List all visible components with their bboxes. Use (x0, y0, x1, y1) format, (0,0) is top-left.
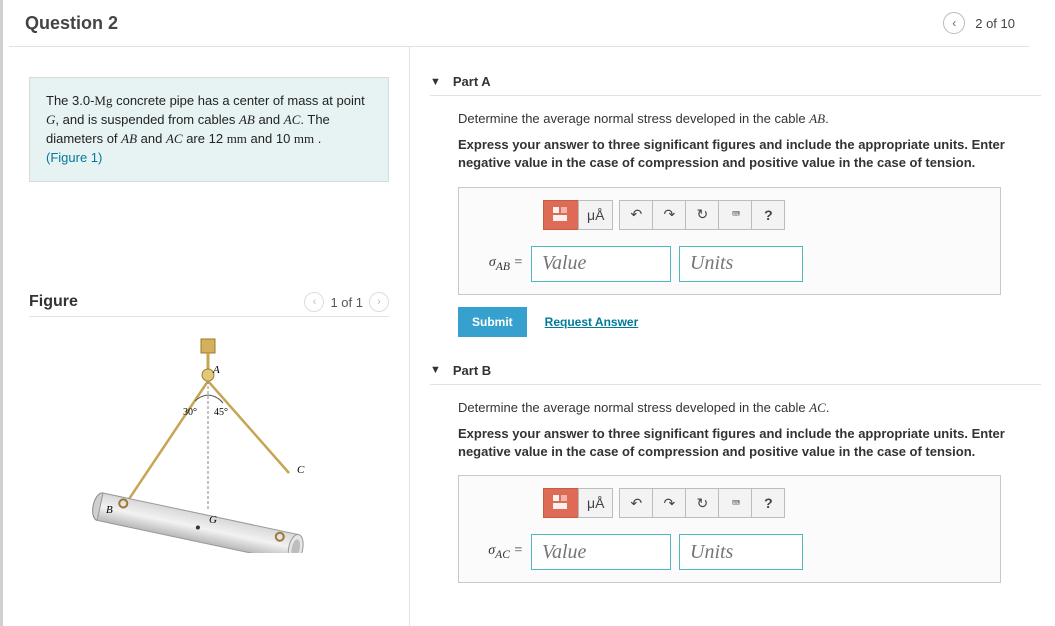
help-button[interactable]: ? (751, 200, 785, 230)
part-a-answer-box: μÅ ↶ ↷ ↻ ⌨ ? σAB = (458, 187, 1001, 295)
svg-text:B: B (106, 504, 113, 516)
svg-text:G: G (209, 514, 217, 526)
part-b-prompt: Determine the average normal stress deve… (458, 399, 1041, 417)
sigma-ab-label: σAB = (473, 255, 523, 273)
part-a-label: Part A (453, 74, 491, 89)
keyboard-button-b[interactable]: ⌨ (718, 488, 752, 518)
figure-link[interactable]: (Figure 1) (46, 150, 102, 165)
question-counter: 2 of 10 (975, 16, 1015, 31)
part-b-answer-box: μÅ ↶ ↷ ↻ ⌨ ? σAC = (458, 475, 1001, 583)
sigma-ac-label: σAC = (473, 543, 523, 561)
reset-button[interactable]: ↻ (685, 200, 719, 230)
figure-heading: Figure (29, 293, 78, 311)
templates-button-b[interactable] (543, 488, 579, 518)
help-button-b[interactable]: ? (751, 488, 785, 518)
submit-button-a[interactable]: Submit (458, 307, 527, 337)
question-title: Question 2 (9, 13, 118, 34)
redo-button[interactable]: ↷ (652, 200, 686, 230)
units-input-b[interactable] (679, 534, 803, 570)
value-input-a[interactable] (531, 246, 671, 282)
value-input-b[interactable] (531, 534, 671, 570)
keyboard-button[interactable]: ⌨ (718, 200, 752, 230)
svg-text:C: C (297, 464, 305, 476)
part-a-instructions: Express your answer to three significant… (458, 136, 1041, 172)
special-chars-button-b[interactable]: μÅ (578, 488, 613, 518)
special-chars-button[interactable]: μÅ (578, 200, 613, 230)
part-b-label: Part B (453, 363, 491, 378)
request-answer-link-a[interactable]: Request Answer (545, 315, 639, 329)
units-input-a[interactable] (679, 246, 803, 282)
figure-prev-button[interactable]: ‹ (304, 292, 324, 312)
reset-button-b[interactable]: ↻ (685, 488, 719, 518)
collapse-part-a-icon[interactable]: ▼ (430, 76, 441, 88)
prev-question-button[interactable]: ‹ (943, 12, 965, 34)
undo-button[interactable]: ↶ (619, 200, 653, 230)
figure-counter: 1 of 1 (330, 295, 363, 310)
figure-next-button[interactable]: › (369, 292, 389, 312)
svg-text:30°: 30° (183, 407, 197, 418)
redo-button-b[interactable]: ↷ (652, 488, 686, 518)
svg-text:45°: 45° (214, 407, 228, 418)
templates-button[interactable] (543, 200, 579, 230)
collapse-part-b-icon[interactable]: ▼ (430, 364, 441, 376)
svg-text:A: A (212, 364, 220, 376)
part-b-instructions: Express your answer to three significant… (458, 425, 1041, 461)
figure-diagram: A B C G 30° 45° (29, 333, 389, 553)
part-a-prompt: Determine the average normal stress deve… (458, 110, 1041, 128)
problem-statement: The 3.0-Mg concrete pipe has a center of… (29, 77, 389, 182)
undo-button-b[interactable]: ↶ (619, 488, 653, 518)
